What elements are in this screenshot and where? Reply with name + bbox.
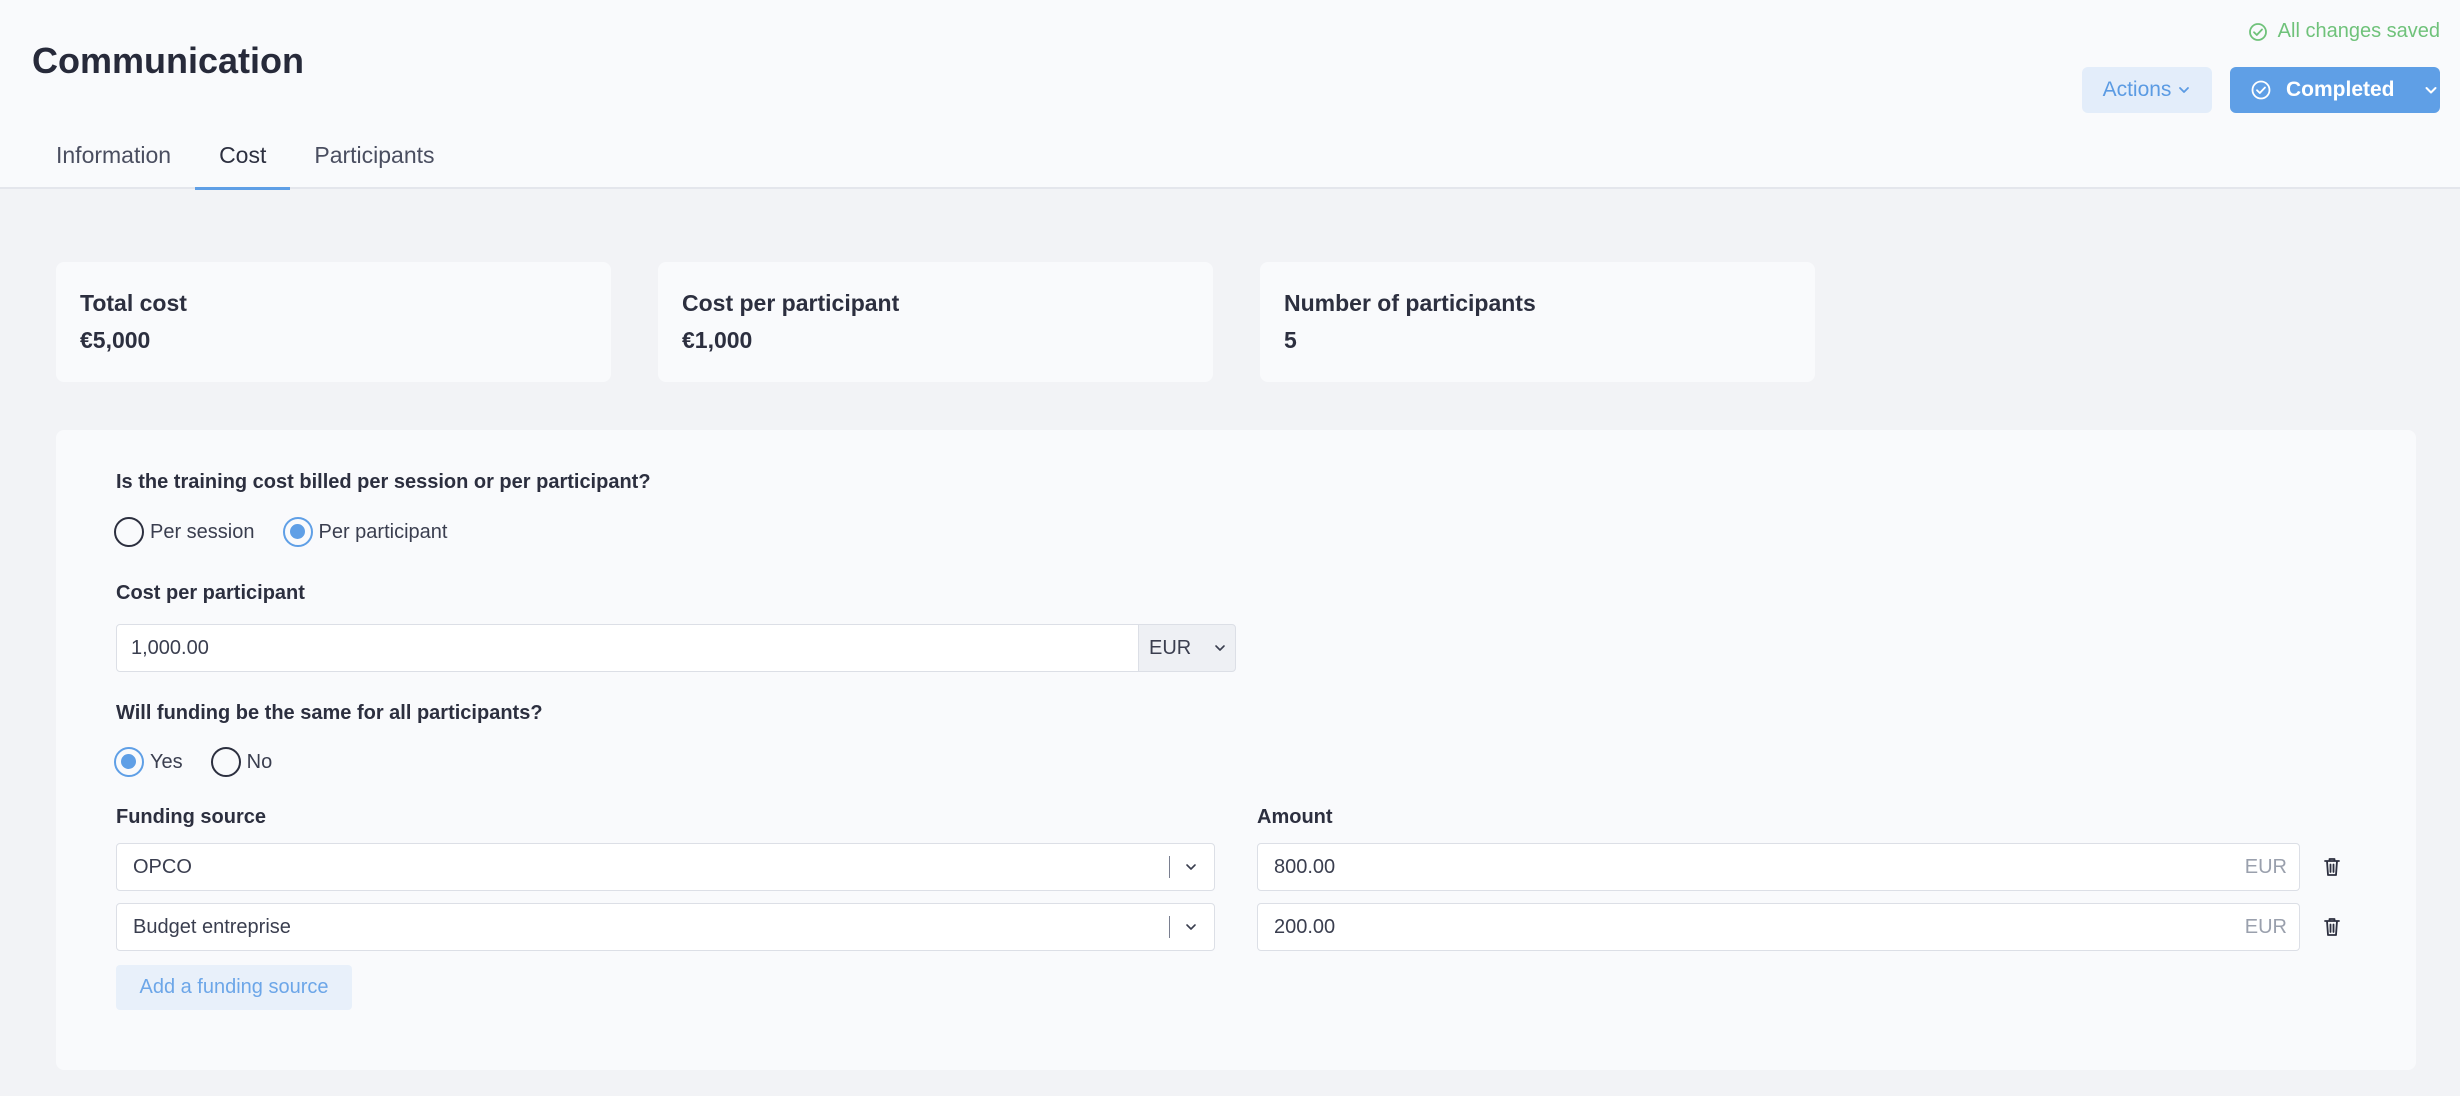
select-indicator [1168,904,1199,950]
page-header: Communication All changes saved Actions … [0,0,2460,190]
radio-circle[interactable] [114,517,144,547]
radio-label: Per session [150,520,255,543]
currency-select[interactable]: EUR [1138,624,1236,672]
actions-label: Actions [2102,78,2172,101]
divider [1168,856,1170,878]
radio-per-participant[interactable]: Per participant [282,517,448,547]
radio-circle[interactable] [282,517,313,547]
chevron-down-icon [1186,924,1196,930]
amount-value: 800.00 [1274,855,1336,878]
tab-participants[interactable]: Participants [290,130,458,189]
stat-value: €5,000 [80,327,151,353]
actions-button[interactable]: Actions [2082,67,2212,113]
amount-header: Amount [1257,806,1333,828]
currency-value: EUR [1149,636,1192,659]
radio-circle[interactable] [210,747,241,777]
funding-source-select[interactable]: OPCO [116,843,1215,891]
stat-value: €1,000 [682,327,753,353]
save-status: All changes saved [2248,20,2440,43]
cost-per-participant-input[interactable]: 1,000.00 [116,624,1139,672]
radio-per-session[interactable]: Per session [114,517,255,547]
stat-value: 5 [1284,327,1297,353]
status-completed-button[interactable]: Completed [2230,67,2440,113]
check-circle-icon [2248,22,2267,41]
stat-label: Number of participants [1284,290,1536,316]
page-title: Communication [32,40,305,81]
save-status-label: All changes saved [2277,20,2440,42]
billing-radio-group: Per session Per participant [114,517,475,547]
amount-unit: EUR [2244,855,2287,878]
stat-label: Cost per participant [682,290,900,316]
participants-count-card: Number of participants 5 [1260,262,1815,382]
amount-value: 200.00 [1274,915,1336,938]
amount-input[interactable]: 800.00 EUR [1257,843,2300,891]
divider [1168,916,1170,938]
radio-yes[interactable]: Yes [114,747,183,777]
completed-label: Completed [2286,78,2395,101]
select-indicator [1168,844,1199,890]
cost-per-participant-label: Cost per participant [116,582,305,604]
chevron-down-icon [1215,645,1226,651]
trash-icon[interactable] [2322,856,2342,878]
trash-icon[interactable] [2322,916,2342,938]
funding-question: Will funding be the same for all partici… [116,702,543,724]
amount-unit: EUR [2244,915,2287,938]
radio-label: No [246,750,273,773]
check-circle-icon [2251,80,2271,100]
total-cost-card: Total cost €5,000 [56,262,611,382]
amount-input[interactable]: 200.00 EUR [1257,903,2300,951]
chevron-down-icon [2179,87,2190,93]
cost-value: 1,000.00 [131,636,209,659]
billing-question: Is the training cost billed per session … [116,471,651,493]
cost-per-participant-card: Cost per participant €1,000 [658,262,1213,382]
chevron-down-icon [1186,864,1196,870]
tab-information[interactable]: Information [32,130,195,189]
funding-source-select[interactable]: Budget entreprise [116,903,1215,951]
radio-label: Yes [150,750,183,773]
tab-cost[interactable]: Cost [195,130,291,190]
funding-radio-group: Yes No [114,747,300,777]
funding-source-header: Funding source [116,806,266,828]
radio-no[interactable]: No [210,747,273,777]
funding-source-value: OPCO [133,855,192,878]
stat-label: Total cost [80,290,187,316]
radio-label: Per participant [318,520,448,543]
chevron-down-icon [2425,87,2437,94]
tab-bar: Information Cost Participants [32,130,459,190]
funding-source-value: Budget entreprise [133,915,291,938]
add-funding-source-button[interactable]: Add a funding source [116,965,352,1010]
radio-circle[interactable] [114,747,144,777]
